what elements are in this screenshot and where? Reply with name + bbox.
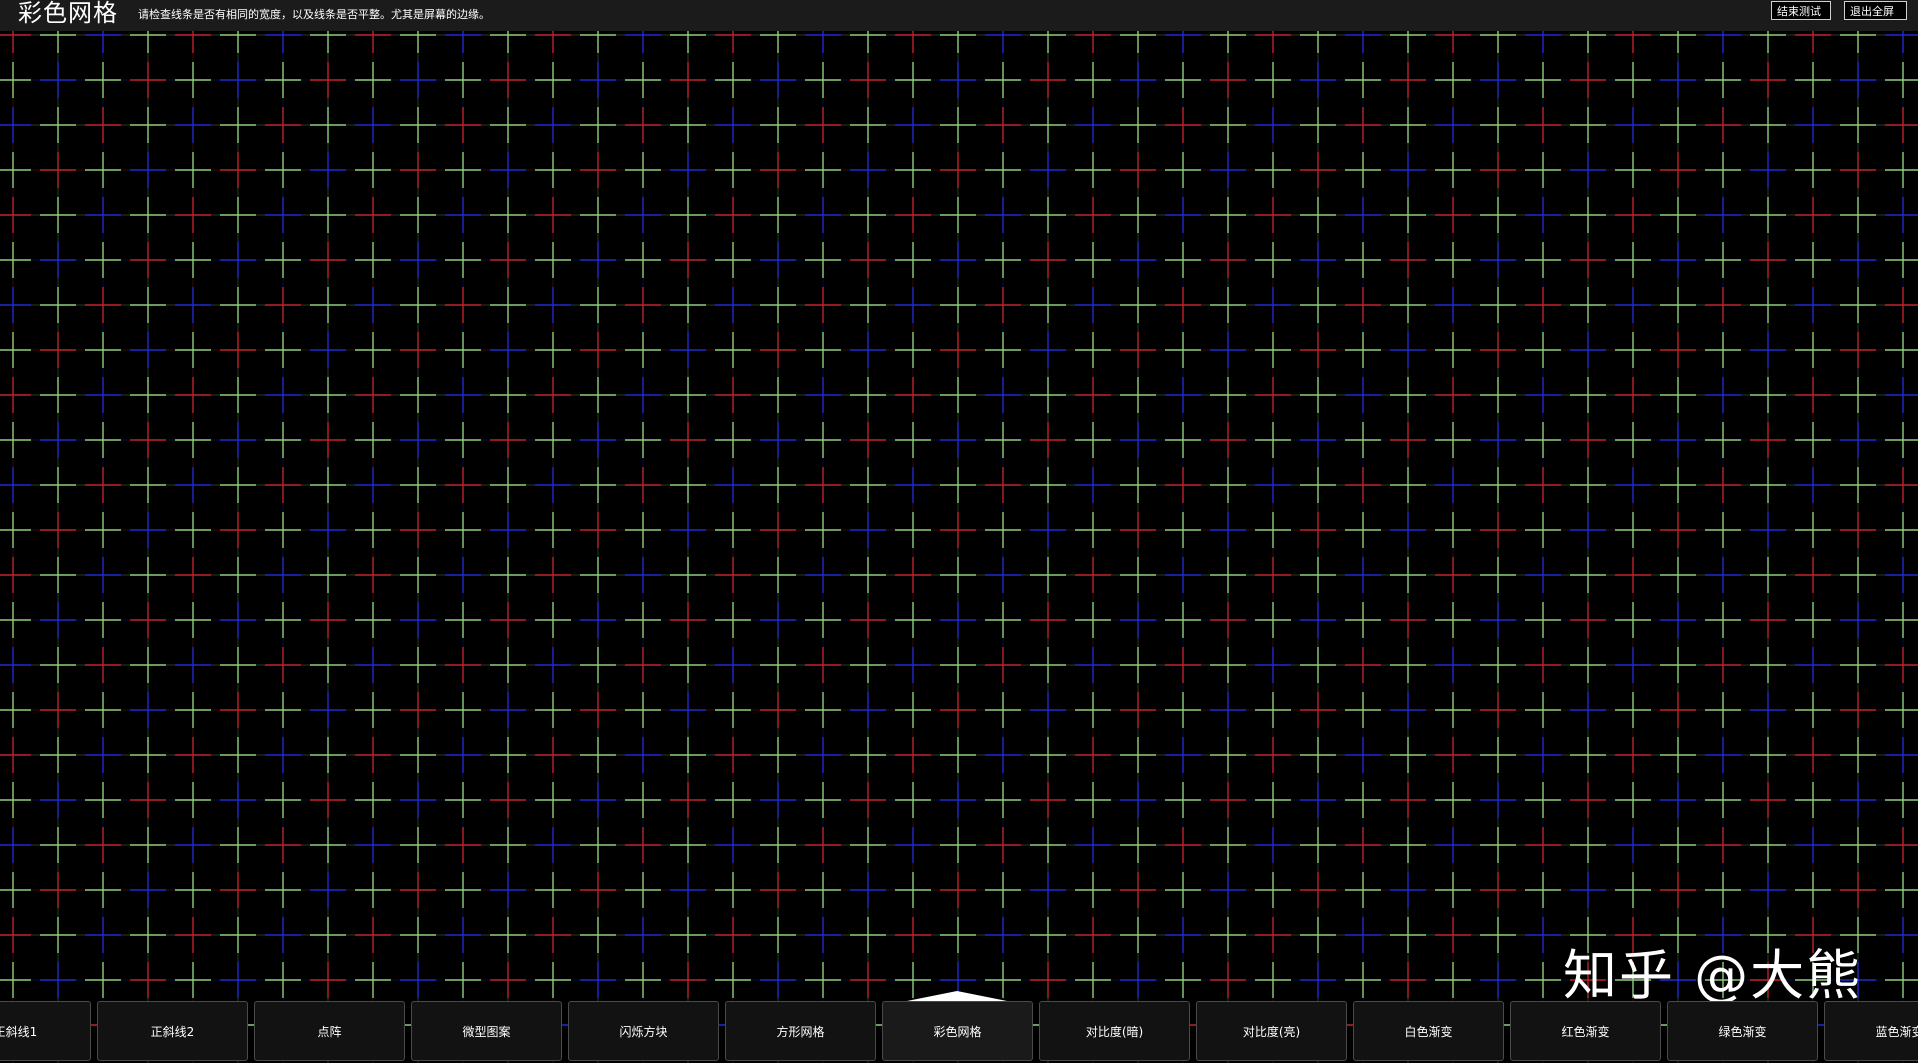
tab-green-gradient[interactable]: 绿色渐变 — [1667, 1001, 1818, 1061]
test-tab-bar: 正斜线1 正斜线2 点阵 微型图案 闪烁方块 方形网格 彩色网格 对比度(暗) … — [0, 1001, 1918, 1063]
tab-square-grid[interactable]: 方形网格 — [725, 1001, 876, 1061]
tab-color-grid[interactable]: 彩色网格 — [882, 1001, 1033, 1061]
tab-blue-gradient[interactable]: 蓝色渐变 — [1824, 1001, 1918, 1061]
instruction-text: 请检查线条是否有相同的宽度，以及线条是否平整。尤其是屏幕的边缘。 — [138, 8, 490, 21]
color-grid-test-screen: 彩色网格 请检查线条是否有相同的宽度，以及线条是否平整。尤其是屏幕的边缘。 结束… — [0, 0, 1918, 1063]
active-tab-arrow-icon — [907, 991, 1007, 1001]
page-title: 彩色网格 — [18, 0, 118, 27]
watermark-logo: 知乎 @大熊 — [1563, 944, 1863, 1007]
tab-contrast-bright[interactable]: 对比度(亮) — [1196, 1001, 1347, 1061]
top-bar: 彩色网格 请检查线条是否有相同的宽度，以及线条是否平整。尤其是屏幕的边缘。 结束… — [0, 0, 1918, 31]
tab-micro-pattern[interactable]: 微型图案 — [411, 1001, 562, 1061]
tab-red-gradient[interactable]: 红色渐变 — [1510, 1001, 1661, 1061]
end-test-button[interactable]: 结束测试 — [1771, 1, 1831, 20]
tab-dot-matrix[interactable]: 点阵 — [254, 1001, 405, 1061]
exit-fullscreen-button[interactable]: 退出全屏 — [1844, 1, 1907, 20]
tab-white-gradient[interactable]: 白色渐变 — [1353, 1001, 1504, 1061]
tab-flicker-blocks[interactable]: 闪烁方块 — [568, 1001, 719, 1061]
tab-oblique-line-1[interactable]: 正斜线1 — [0, 1001, 91, 1061]
tab-contrast-dark[interactable]: 对比度(暗) — [1039, 1001, 1190, 1061]
tab-oblique-line-2[interactable]: 正斜线2 — [97, 1001, 248, 1061]
color-grid-pattern — [0, 17, 1918, 1063]
